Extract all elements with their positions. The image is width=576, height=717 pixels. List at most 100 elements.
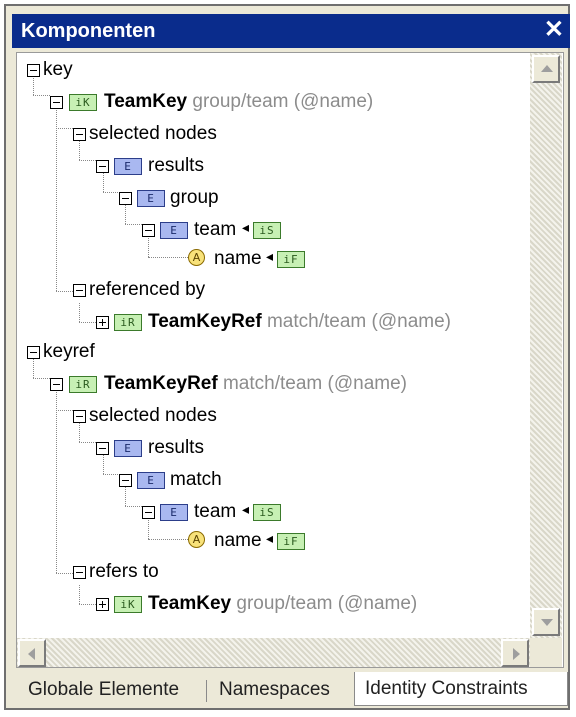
attribute-icon: A [188, 249, 205, 266]
collapse-toggle[interactable] [73, 410, 86, 423]
left-arrow-icon: ◂ [242, 220, 250, 236]
key-constraint-icon: iK [69, 94, 97, 111]
tree-connector [79, 585, 80, 604]
arrow-up-icon [541, 65, 553, 72]
tree-connector [148, 539, 188, 540]
tree-node-key[interactable]: key [43, 57, 73, 83]
tree-node-referenced-by[interactable]: referenced by [89, 277, 205, 303]
tree-connector [56, 108, 57, 291]
title-bar: Komponenten ✕ [12, 14, 570, 48]
tree-node-name[interactable]: name [214, 246, 262, 272]
tree-view: key iK TeamKey group/team (@name) select… [16, 52, 564, 668]
arrow-right-icon [513, 648, 520, 660]
scroll-down-button[interactable] [532, 608, 560, 636]
constraint-path: match/team (@name) [266, 311, 451, 332]
vertical-scrollbar[interactable] [530, 53, 562, 638]
tree-connector [79, 422, 80, 442]
arrow-left-icon [28, 648, 35, 660]
collapse-toggle[interactable] [96, 442, 109, 455]
tree-connector [79, 160, 96, 161]
tab-namespaces[interactable]: Namespaces [219, 676, 330, 704]
collapse-toggle[interactable] [27, 64, 40, 77]
tree-connector [148, 235, 149, 257]
collapse-toggle[interactable] [73, 284, 86, 297]
constraint-name: TeamKeyRef [104, 373, 218, 394]
constraint-name: TeamKeyRef [148, 311, 262, 332]
attribute-icon: A [188, 531, 205, 548]
field-icon: iF [277, 533, 305, 550]
expand-toggle[interactable] [96, 598, 109, 611]
collapse-toggle[interactable] [142, 506, 155, 519]
scroll-up-button[interactable] [532, 55, 560, 83]
tree-connector [103, 474, 120, 475]
selector-icon: iS [253, 222, 281, 239]
close-icon[interactable]: ✕ [544, 17, 564, 43]
left-arrow-icon: ◂ [266, 531, 274, 547]
tree-connector [79, 140, 80, 160]
tree-node-results[interactable]: results [148, 435, 204, 461]
tree-node-keyref[interactable]: keyref [43, 339, 95, 365]
constraint-path: group/team (@name) [192, 91, 374, 112]
tree-node-name[interactable]: name [214, 528, 262, 554]
tree-connector [79, 604, 96, 605]
left-arrow-icon: ◂ [266, 249, 274, 265]
scroll-right-button[interactable] [501, 639, 529, 667]
tree-connector [56, 573, 73, 574]
tree-connector [56, 390, 57, 573]
tree-connector [56, 128, 73, 129]
field-icon: iF [277, 251, 305, 268]
tab-identity-constraints[interactable]: Identity Constraints [354, 672, 568, 706]
keyref-constraint-icon: iR [114, 314, 142, 331]
selector-icon: iS [253, 504, 281, 521]
collapse-toggle[interactable] [50, 96, 63, 109]
tree-node-teamkey[interactable]: TeamKey group/team (@name) [104, 89, 373, 115]
collapse-toggle[interactable] [50, 378, 63, 391]
tree-connector [33, 95, 50, 96]
key-constraint-icon: iK [114, 596, 142, 613]
tree-node-team[interactable]: team [194, 217, 236, 243]
tree-node-match[interactable]: match [170, 467, 222, 493]
tree-connector [125, 224, 142, 225]
tab-separator [206, 680, 207, 702]
collapse-toggle[interactable] [27, 346, 40, 359]
tree-node-teamkeyref-def[interactable]: TeamKeyRef match/team (@name) [104, 371, 407, 397]
element-icon: E [160, 504, 188, 521]
tree-connector [125, 203, 126, 224]
horizontal-scrollbar[interactable] [17, 638, 530, 667]
tree-node-selected-nodes[interactable]: selected nodes [89, 403, 217, 429]
tab-bar: Globale Elemente Namespaces Identity Con… [14, 672, 570, 708]
tree-node-teamkey-ref[interactable]: TeamKey group/team (@name) [148, 591, 417, 617]
tree-node-results[interactable]: results [148, 153, 204, 179]
element-icon: E [137, 190, 165, 207]
constraint-name: TeamKey [148, 593, 232, 614]
tree-node-selected-nodes[interactable]: selected nodes [89, 121, 217, 147]
panel-title: Komponenten [21, 20, 156, 42]
constraint-name: TeamKey [104, 91, 188, 112]
collapse-toggle[interactable] [73, 566, 86, 579]
collapse-toggle[interactable] [119, 192, 132, 205]
tree-connector [56, 410, 73, 411]
constraint-path: match/team (@name) [222, 373, 407, 394]
tab-global-elements[interactable]: Globale Elemente [28, 676, 179, 704]
tree-connector [125, 506, 142, 507]
element-icon: E [114, 440, 142, 457]
tree-connector [79, 303, 80, 322]
collapse-toggle[interactable] [73, 128, 86, 141]
constraint-path: group/team (@name) [236, 593, 418, 614]
collapse-toggle[interactable] [142, 224, 155, 237]
tree-node-group[interactable]: group [170, 185, 219, 211]
scroll-left-button[interactable] [18, 639, 46, 667]
collapse-toggle[interactable] [96, 160, 109, 173]
tree-connector [79, 442, 96, 443]
tree-node-refers-to[interactable]: refers to [89, 559, 159, 585]
tree-node-teamkeyref[interactable]: TeamKeyRef match/team (@name) [148, 309, 451, 335]
element-icon: E [114, 158, 142, 175]
tree-connector [148, 517, 149, 539]
tree-connector [33, 378, 50, 379]
tree-connector [103, 192, 120, 193]
expand-toggle[interactable] [96, 316, 109, 329]
collapse-toggle[interactable] [119, 474, 132, 487]
tree-connector [103, 453, 104, 474]
tree-node-team[interactable]: team [194, 499, 236, 525]
tree-connector [79, 322, 96, 323]
